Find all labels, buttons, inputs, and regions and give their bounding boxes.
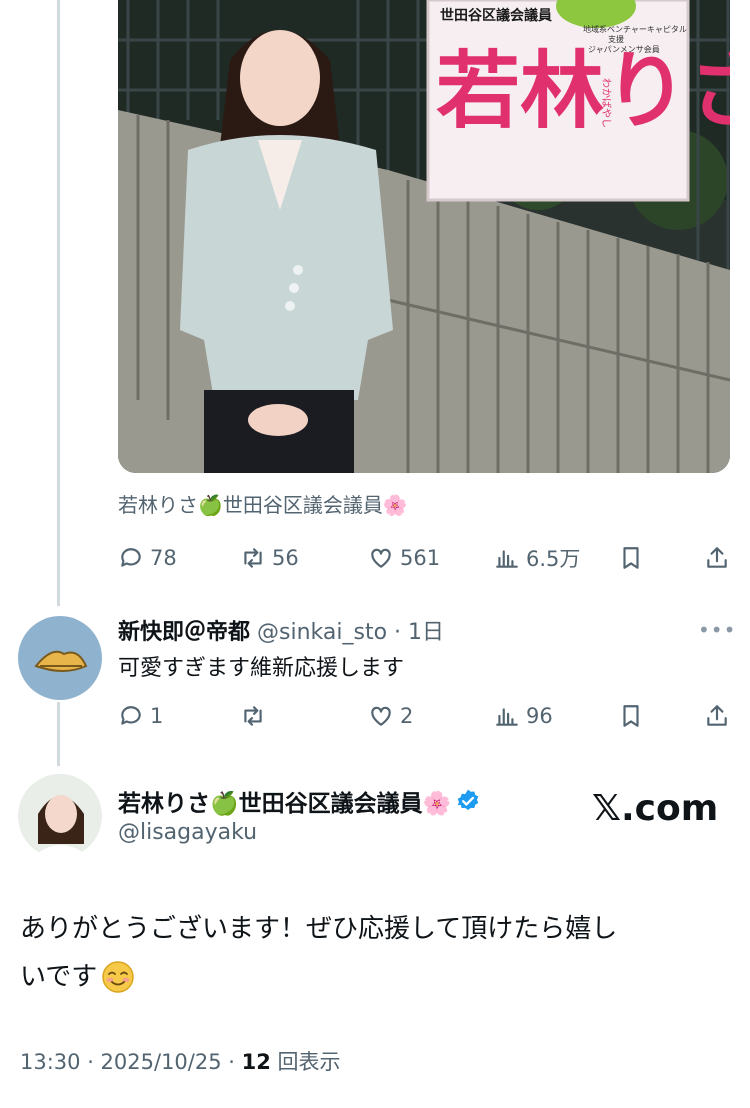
reply-icon <box>121 548 141 567</box>
share-icon <box>707 547 727 568</box>
reply-reply-count: 1 <box>150 704 164 728</box>
media-caption: 若林りさ🍏世田谷区議会議員🌸 <box>118 493 408 517</box>
main-tweet-text-line2: いです <box>20 962 98 992</box>
views-button[interactable]: 6.5万 <box>494 538 580 578</box>
view-label: 回表示 <box>270 1050 341 1074</box>
reply-avatar[interactable] <box>18 616 102 700</box>
reply-retweet-button[interactable] <box>240 696 266 736</box>
tweet-meta: 13:30 · 2025/10/25 · 12 回表示 <box>20 1046 341 1076</box>
thread-connector-top <box>57 0 60 606</box>
main-handle[interactable]: @lisagayaku <box>118 820 257 845</box>
thread-connector-reply <box>57 702 60 766</box>
like-count: 561 <box>400 546 441 570</box>
like-icon <box>371 706 391 726</box>
smiling-face-icon <box>102 961 134 993</box>
bookmark-button[interactable] <box>618 538 644 578</box>
like-icon <box>371 548 391 568</box>
reply-actions: 1 2 96 <box>118 696 730 736</box>
reply-like-count: 2 <box>400 704 414 728</box>
like-button[interactable]: 561 <box>368 538 440 578</box>
reply-share-button[interactable] <box>704 696 730 736</box>
share-icon <box>707 705 727 726</box>
views-icon <box>496 708 518 726</box>
main-display-name[interactable]: 若林りさ🍏世田谷区議会議員🌸 <box>118 784 481 818</box>
top-tweet-actions: 78 56 561 6.5万 <box>118 538 730 578</box>
reply-reply-button[interactable]: 1 <box>118 696 163 736</box>
sign-small-2: 支援 <box>608 34 624 44</box>
reply-bookmark-button[interactable] <box>618 696 644 736</box>
sign-small-3: ジャパンメンサ会員 <box>588 44 660 54</box>
verified-badge-icon <box>457 789 479 810</box>
reply-text: 可愛すぎます維新応援します <box>118 656 405 681</box>
view-count: 12 <box>241 1050 271 1074</box>
retweet-count: 56 <box>272 546 299 570</box>
sign-title: 世田谷区議会議員 <box>440 7 552 24</box>
main-tweet-text-line1: ありがとうございます！ぜひ応援して頂けたら嬉し <box>20 914 618 944</box>
main-tweet-text: ありがとうございます！ぜひ応援して頂けたら嬉し いです <box>20 905 720 1001</box>
x-com-watermark: 𝕏.com <box>592 788 719 829</box>
bookmark-icon <box>623 705 639 727</box>
retweet-icon <box>244 706 262 726</box>
sign-furigana: わかばやし <box>600 78 612 128</box>
reply-views-button[interactable]: 96 <box>494 696 553 736</box>
reply-display-name[interactable]: 新快即＠帝都 <box>118 620 250 645</box>
reply-icon <box>121 706 141 725</box>
views-icon <box>496 550 518 568</box>
more-icon[interactable]: ••• <box>698 618 736 642</box>
share-button[interactable] <box>704 538 730 578</box>
main-avatar[interactable] <box>18 774 102 858</box>
main-display-name-text: 若林りさ🍏世田谷区議会議員🌸 <box>118 791 452 817</box>
reply-views-count: 96 <box>526 704 553 728</box>
reply-header: 新快即＠帝都 @sinkai_sto · 1日 <box>118 614 444 646</box>
retweet-icon <box>244 548 262 568</box>
tweet-photo[interactable]: 世田谷区議会議員 若林りさ 地域系ベンチャーキャピタル 支援 ジャパンメンサ会員… <box>118 0 730 473</box>
reply-handle-time[interactable]: @sinkai_sto · 1日 <box>257 620 444 645</box>
views-count: 6.5万 <box>526 547 581 571</box>
sign-small-1: 地域系ベンチャーキャピタル <box>583 24 687 34</box>
bookmark-icon <box>623 547 639 569</box>
reply-like-button[interactable]: 2 <box>368 696 413 736</box>
tweet-timestamp[interactable]: 13:30 · 2025/10/25 · <box>20 1050 242 1074</box>
reply-count: 78 <box>150 546 177 570</box>
reply-button[interactable]: 78 <box>118 538 177 578</box>
sign-name: 若林りさ <box>436 42 730 140</box>
retweet-button[interactable]: 56 <box>240 538 299 578</box>
